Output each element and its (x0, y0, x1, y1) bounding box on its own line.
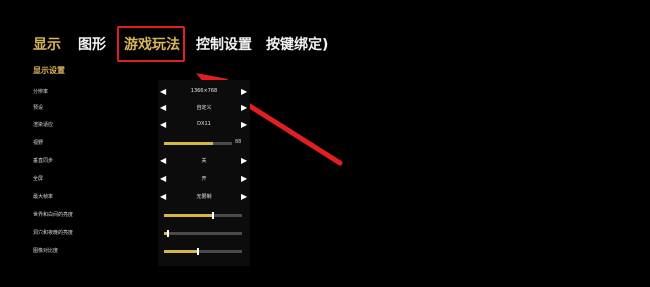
setting-label: 渲染适应 (33, 122, 54, 128)
setting-label: 全屏 (33, 176, 44, 182)
chevron-left-icon[interactable]: ◀ (160, 174, 166, 184)
setting-value: 无限制 (196, 194, 212, 200)
chevron-left-icon[interactable]: ◀ (160, 120, 166, 130)
setting-row: 预设 ◀ 自定义 ▶ (0, 102, 650, 116)
slider-track[interactable] (164, 142, 232, 145)
setting-label: 图像对比度 (33, 248, 59, 254)
slider-track[interactable] (164, 212, 242, 219)
setting-label: 预设 (33, 105, 44, 111)
section-title: 显示设置 (33, 66, 65, 75)
setting-label: 垂直同步 (33, 158, 54, 164)
slider-handle[interactable] (212, 212, 214, 219)
chevron-right-icon[interactable]: ▶ (241, 103, 247, 113)
chevron-left-icon[interactable]: ◀ (160, 192, 166, 202)
setting-value: 1366×768 (190, 88, 218, 94)
chevron-right-icon[interactable]: ▶ (241, 120, 247, 130)
setting-row: 世界和白间的亮度 (0, 209, 650, 223)
slider-handle[interactable] (197, 248, 199, 255)
chevron-right-icon[interactable]: ▶ (241, 87, 247, 97)
chevron-left-icon[interactable]: ◀ (160, 156, 166, 166)
setting-label: 洞穴和夜晚的亮度 (33, 230, 74, 236)
setting-value: DX11 (197, 121, 211, 127)
setting-label: 视野 (33, 140, 44, 146)
chevron-right-icon[interactable]: ▶ (241, 174, 247, 184)
chevron-right-icon[interactable]: ▶ (241, 156, 247, 166)
chevron-right-icon[interactable]: ▶ (241, 192, 247, 202)
setting-row: 分辨率 ◀ 1366×768 ▶ (0, 86, 650, 100)
slider-track[interactable] (164, 248, 242, 255)
setting-value: 自定义 (196, 105, 212, 111)
slider-fill (164, 214, 212, 217)
slider-value: 88 (235, 139, 242, 145)
slider-track[interactable] (164, 230, 242, 237)
chevron-left-icon[interactable]: ◀ (160, 87, 166, 97)
setting-row: 垂直同步 ◀ 关 ▶ (0, 155, 650, 169)
slider-handle[interactable] (167, 230, 169, 237)
setting-row: 洞穴和夜晚的亮度 (0, 227, 650, 241)
setting-row: 全屏 ◀ 开 ▶ (0, 173, 650, 187)
setting-label: 分辨率 (33, 89, 49, 95)
setting-value: 关 (201, 158, 207, 164)
chevron-left-icon[interactable]: ◀ (160, 103, 166, 113)
setting-row: 渲染适应 ◀ DX11 ▶ (0, 119, 650, 133)
setting-row: 视野 88 (0, 137, 650, 151)
setting-row: 最大帧率 ◀ 无限制 ▶ (0, 191, 650, 205)
setting-label: 最大帧率 (33, 194, 54, 200)
setting-label: 世界和白间的亮度 (33, 212, 74, 218)
slider-fill (164, 250, 197, 253)
slider-fill (164, 142, 213, 145)
setting-row: 图像对比度 (0, 245, 650, 259)
setting-value: 开 (201, 176, 207, 182)
